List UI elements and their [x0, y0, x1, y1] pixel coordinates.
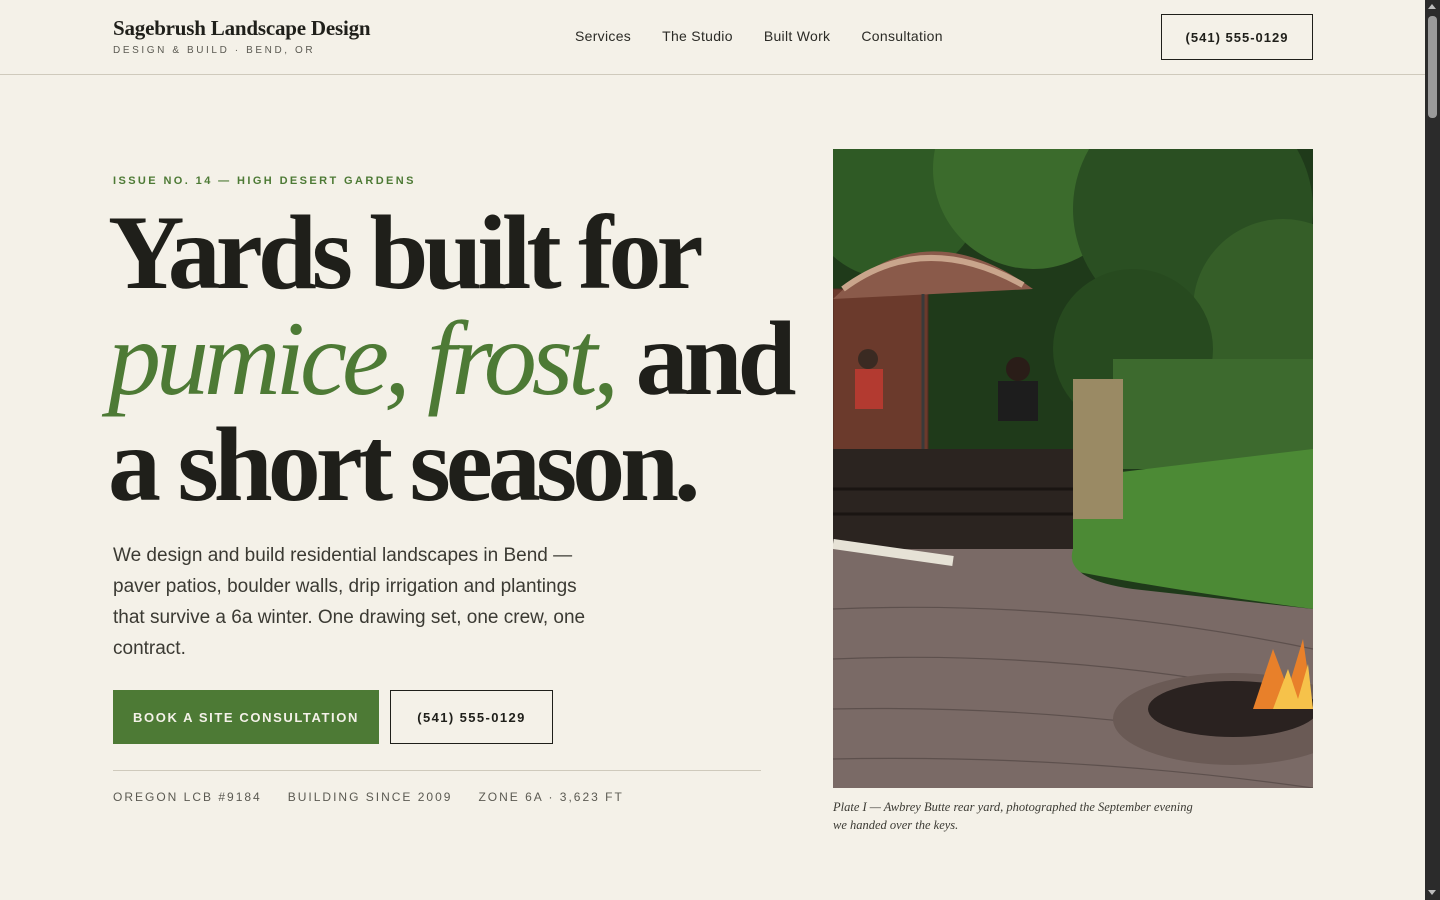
page: Sagebrush Landscape Design DESIGN & BUIL…	[0, 0, 1425, 900]
brand[interactable]: Sagebrush Landscape Design DESIGN & BUIL…	[113, 16, 371, 56]
hero-intro: We design and build residential landscap…	[113, 545, 586, 659]
hero-phone-button[interactable]: (541) 555-0129	[390, 690, 553, 744]
headline-line-3: a short season.	[108, 406, 701, 523]
nav-link-the-studio[interactable]: The Studio	[662, 28, 733, 44]
headline-line-2-rest: and	[614, 300, 797, 417]
nav-link-built-work[interactable]: Built Work	[764, 28, 831, 44]
site-header: Sagebrush Landscape Design DESIGN & BUIL…	[0, 0, 1425, 75]
hero-headline: Yards built for pumice, frost, and a sho…	[108, 194, 796, 523]
brand-tagline: DESIGN & BUILD · BEND, OR	[113, 45, 316, 56]
headline-accent: pumice, frost,	[108, 300, 619, 417]
divider	[113, 770, 761, 771]
nav-link-consultation[interactable]: Consultation	[861, 28, 942, 44]
credential-zone: ZONE 6A · 3,623 FT	[478, 790, 624, 804]
issue-eyebrow: ISSUE NO. 14 — HIGH DESERT GARDENS	[113, 175, 416, 187]
headline-line-2: pumice, frost, and	[108, 306, 796, 412]
hero-photo	[833, 149, 1313, 788]
credential-since: BUILDING SINCE 2009	[287, 790, 453, 804]
header-phone-button[interactable]: (541) 555-0129	[1161, 14, 1313, 60]
book-consultation-button[interactable]: BOOK A SITE CONSULTATION	[113, 690, 379, 744]
scroll-thumb[interactable]	[1428, 16, 1437, 118]
scrollbar[interactable]	[1425, 0, 1440, 900]
brand-name[interactable]: Sagebrush Landscape Design	[113, 16, 371, 41]
credential-license: OREGON LCB #9184	[113, 790, 262, 804]
scroll-up-arrow-icon[interactable]	[1428, 4, 1436, 9]
scroll-down-arrow-icon[interactable]	[1428, 890, 1436, 895]
nav-link-services[interactable]: Services	[575, 28, 631, 44]
main-nav: Services The Studio Built Work Consultat…	[575, 28, 974, 44]
patio-fire-pit-image	[833, 149, 1313, 788]
photo-caption: Plate I — Awbrey Butte rear yard, photog…	[833, 800, 1193, 832]
credentials-row: OREGON LCB #9184 BUILDING SINCE 2009 ZON…	[113, 790, 650, 804]
headline-line-1: Yards built for	[108, 194, 704, 311]
